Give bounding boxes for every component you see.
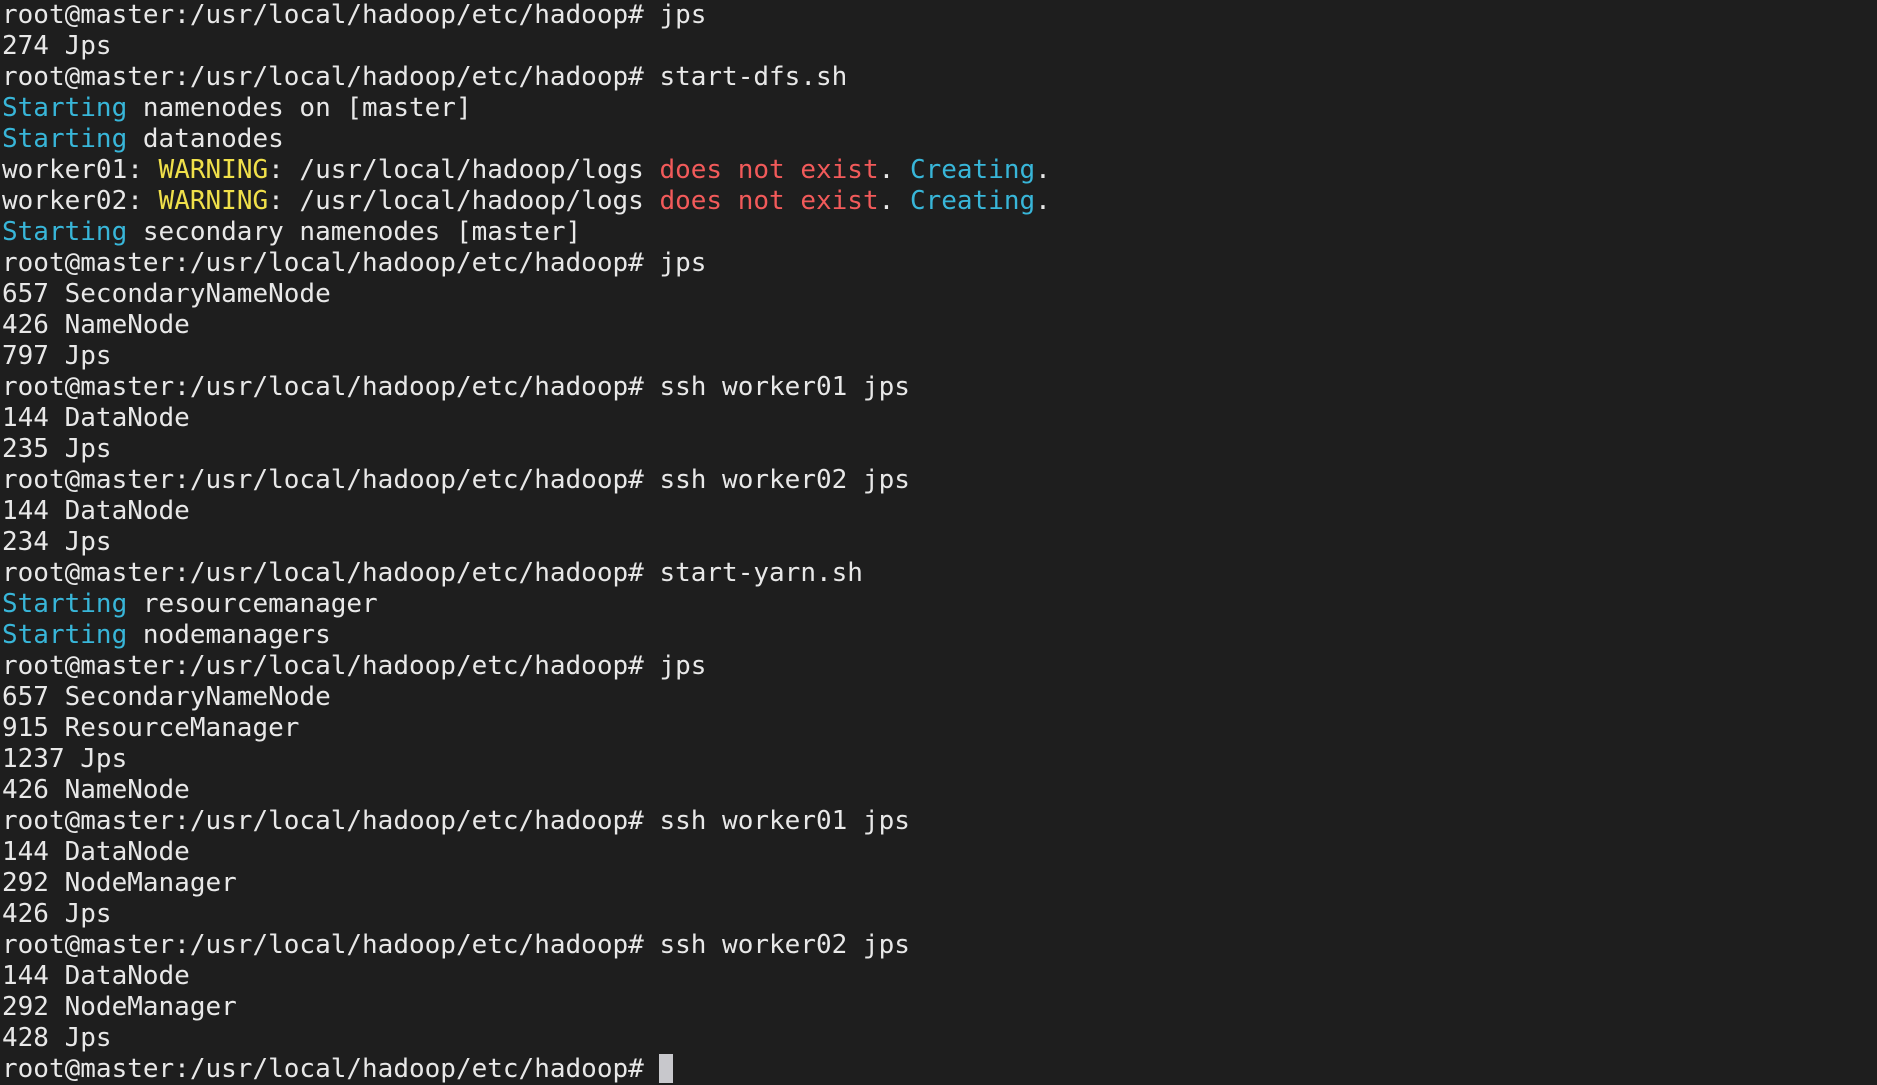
terminal-text-segment: 657 SecondaryNameNode: [2, 682, 331, 712]
terminal-line: 144 DataNode: [2, 837, 1877, 868]
terminal-text-segment: worker01:: [2, 155, 159, 185]
terminal-line: 144 DataNode: [2, 961, 1877, 992]
terminal-line: 144 DataNode: [2, 403, 1877, 434]
terminal-text-segment: .: [878, 155, 910, 185]
terminal-prompt-line[interactable]: root@master:/usr/local/hadoop/etc/hadoop…: [2, 1054, 1877, 1085]
terminal-text-segment: .: [878, 186, 910, 216]
terminal-text-segment: 274 Jps: [2, 31, 112, 61]
terminal-text-segment: 797 Jps: [2, 341, 112, 371]
terminal-output: root@master:/usr/local/hadoop/etc/hadoop…: [2, 0, 1877, 1054]
terminal-text-segment: 144 DataNode: [2, 496, 190, 526]
terminal-line: 657 SecondaryNameNode: [2, 682, 1877, 713]
terminal-text-segment: .: [1035, 155, 1051, 185]
terminal-line: 235 Jps: [2, 434, 1877, 465]
terminal-line: 234 Jps: [2, 527, 1877, 558]
terminal-text-segment: root@master:/usr/local/hadoop/etc/hadoop…: [2, 651, 707, 681]
terminal-line: 292 NodeManager: [2, 868, 1877, 899]
terminal-text-segment: nodemanagers: [127, 620, 331, 650]
terminal-text-segment: 915 ResourceManager: [2, 713, 300, 743]
terminal-line: root@master:/usr/local/hadoop/etc/hadoop…: [2, 930, 1877, 961]
terminal-text-segment: Starting: [2, 589, 128, 619]
terminal-line: 915 ResourceManager: [2, 713, 1877, 744]
terminal-text-segment: root@master:/usr/local/hadoop/etc/hadoop…: [2, 248, 707, 278]
terminal-text-segment: datanodes: [127, 124, 284, 154]
terminal-line: 426 NameNode: [2, 310, 1877, 341]
terminal-text-segment: Starting: [2, 124, 128, 154]
terminal-line: 274 Jps: [2, 31, 1877, 62]
terminal-line: 1237 Jps: [2, 744, 1877, 775]
terminal-text-segment: 144 DataNode: [2, 403, 190, 433]
terminal-text-segment: root@master:/usr/local/hadoop/etc/hadoop…: [2, 558, 863, 588]
terminal-text-segment: worker02:: [2, 186, 159, 216]
terminal-text-segment: Creating: [909, 186, 1036, 216]
terminal-text-segment: 292 NodeManager: [2, 992, 237, 1022]
terminal-line: root@master:/usr/local/hadoop/etc/hadoop…: [2, 0, 1877, 31]
terminal-text-segment: does not exist: [659, 186, 879, 216]
terminal-line: Starting datanodes: [2, 124, 1877, 155]
terminal-text-segment: root@master:/usr/local/hadoop/etc/hadoop…: [2, 930, 910, 960]
terminal-line: 426 Jps: [2, 899, 1877, 930]
terminal-line: root@master:/usr/local/hadoop/etc/hadoop…: [2, 248, 1877, 279]
terminal-text-segment: 426 NameNode: [2, 775, 190, 805]
terminal-line: worker02: WARNING: /usr/local/hadoop/log…: [2, 186, 1877, 217]
terminal-line: 144 DataNode: [2, 496, 1877, 527]
terminal-text-segment: Creating: [909, 155, 1036, 185]
terminal-text-segment: 426 Jps: [2, 899, 112, 929]
terminal-text-segment: does not exist: [659, 155, 879, 185]
terminal-text-segment: Starting: [2, 217, 128, 247]
terminal-line: root@master:/usr/local/hadoop/etc/hadoop…: [2, 62, 1877, 93]
terminal-text-segment: .: [1035, 186, 1051, 216]
terminal-line: root@master:/usr/local/hadoop/etc/hadoop…: [2, 372, 1877, 403]
terminal-line: Starting secondary namenodes [master]: [2, 217, 1877, 248]
terminal-text-segment: 292 NodeManager: [2, 868, 237, 898]
terminal-text-segment: 426 NameNode: [2, 310, 190, 340]
terminal-line: Starting namenodes on [master]: [2, 93, 1877, 124]
terminal-text-segment: 428 Jps: [2, 1023, 112, 1053]
terminal-text-segment: 144 DataNode: [2, 961, 190, 991]
terminal-text-segment: 657 SecondaryNameNode: [2, 279, 331, 309]
terminal-line: Starting nodemanagers: [2, 620, 1877, 651]
terminal-text-segment: root@master:/usr/local/hadoop/etc/hadoop…: [2, 372, 910, 402]
terminal-line: 797 Jps: [2, 341, 1877, 372]
text-cursor: [659, 1054, 674, 1083]
shell-prompt: root@master:/usr/local/hadoop/etc/hadoop…: [2, 1054, 660, 1084]
terminal-text-segment: 235 Jps: [2, 434, 112, 464]
terminal-text-segment: resourcemanager: [127, 589, 378, 619]
terminal-line: root@master:/usr/local/hadoop/etc/hadoop…: [2, 465, 1877, 496]
terminal-text-segment: 144 DataNode: [2, 837, 190, 867]
terminal-text-segment: namenodes on [master]: [127, 93, 472, 123]
terminal-line: root@master:/usr/local/hadoop/etc/hadoop…: [2, 806, 1877, 837]
terminal-text-segment: root@master:/usr/local/hadoop/etc/hadoop…: [2, 0, 707, 30]
terminal-line: 657 SecondaryNameNode: [2, 279, 1877, 310]
terminal-text-segment: root@master:/usr/local/hadoop/etc/hadoop…: [2, 465, 910, 495]
terminal-line: root@master:/usr/local/hadoop/etc/hadoop…: [2, 651, 1877, 682]
terminal-line: worker01: WARNING: /usr/local/hadoop/log…: [2, 155, 1877, 186]
terminal-text-segment: : /usr/local/hadoop/logs: [268, 155, 660, 185]
terminal-line: 426 NameNode: [2, 775, 1877, 806]
terminal-text-segment: Starting: [2, 93, 128, 123]
terminal-text-segment: root@master:/usr/local/hadoop/etc/hadoop…: [2, 806, 910, 836]
terminal-text-segment: secondary namenodes [master]: [127, 217, 582, 247]
terminal-window[interactable]: root@master:/usr/local/hadoop/etc/hadoop…: [0, 0, 1877, 1085]
terminal-line: Starting resourcemanager: [2, 589, 1877, 620]
terminal-text-segment: WARNING: [158, 155, 269, 185]
terminal-text-segment: WARNING: [158, 186, 269, 216]
terminal-line: root@master:/usr/local/hadoop/etc/hadoop…: [2, 558, 1877, 589]
terminal-text-segment: Starting: [2, 620, 128, 650]
terminal-text-segment: root@master:/usr/local/hadoop/etc/hadoop…: [2, 62, 848, 92]
terminal-line: 292 NodeManager: [2, 992, 1877, 1023]
terminal-text-segment: : /usr/local/hadoop/logs: [268, 186, 660, 216]
terminal-line: 428 Jps: [2, 1023, 1877, 1054]
terminal-text-segment: 234 Jps: [2, 527, 112, 557]
terminal-text-segment: 1237 Jps: [2, 744, 128, 774]
